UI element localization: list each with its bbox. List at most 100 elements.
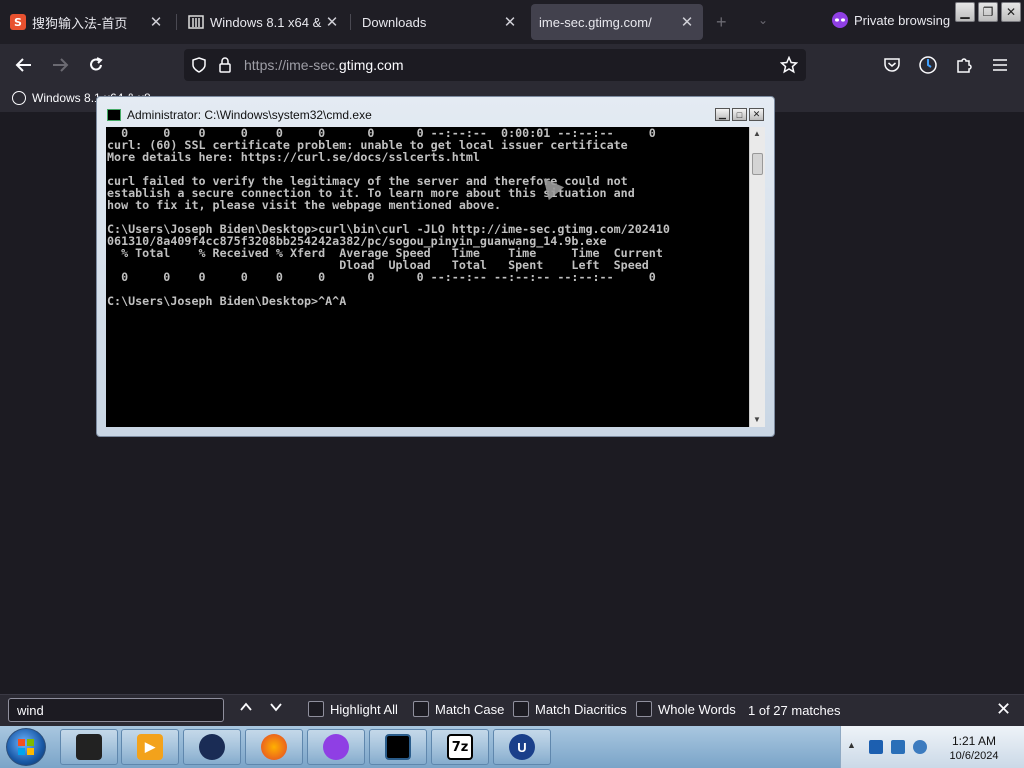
forward-arrow-icon [53, 58, 69, 72]
match-case-checkbox[interactable]: Match Case [413, 701, 504, 717]
close-tab-icon[interactable]: ✕ [677, 13, 697, 31]
unreal-engine-icon: U [509, 734, 535, 760]
console-output[interactable]: 0 0 0 0 0 0 0 0 --:--:-- 0:00:01 --:--:-… [106, 127, 749, 427]
match-case-label: Match Case [435, 701, 505, 717]
clock-time[interactable]: 1:21 AM [941, 734, 1007, 748]
cmd-icon [107, 109, 121, 121]
new-tab-icon[interactable]: + [716, 12, 727, 33]
cmd-minimize-button[interactable]: ▁ [715, 108, 730, 121]
highlight-all-checkbox[interactable]: Highlight All [308, 701, 398, 717]
taskbar-7zip[interactable]: 7z [431, 729, 489, 765]
archive-icon [188, 14, 204, 30]
cmd-window[interactable]: Administrator: C:\Windows\system32\cmd.e… [96, 96, 775, 437]
tab-windows[interactable]: Windows 8.1 x64 & x8 ✕ [178, 4, 348, 40]
close-tab-icon[interactable]: ✕ [322, 13, 342, 31]
checkbox-box[interactable] [308, 701, 324, 717]
taskbar-unreal-engine[interactable]: U [493, 729, 551, 765]
tab-ime-sec[interactable]: ime-sec.gtimg.com/ ✕ [531, 4, 703, 40]
clock-date[interactable]: 10/6/2024 [941, 750, 1007, 762]
cmd-close-button[interactable]: ✕ [749, 108, 764, 121]
firefox-icon [261, 734, 287, 760]
taskbar-media-player[interactable]: ▶ [121, 729, 179, 765]
sogou-icon: S [10, 14, 26, 30]
tab-strip: S 搜狗输入法-首页 ✕ Windows 8.1 x64 & x8 ✕ Down… [0, 0, 1024, 44]
list-all-tabs-icon[interactable]: ⌄ [758, 13, 768, 27]
navigation-toolbar: https://ime-sec.gtimg.com [0, 44, 1024, 86]
tray-app-icon[interactable] [869, 740, 883, 754]
taskbar-cmd[interactable] [369, 729, 427, 765]
account-sync-icon [919, 56, 937, 74]
find-bar: Highlight All Match Case Match Diacritic… [0, 694, 1024, 726]
svg-text:S: S [14, 16, 22, 29]
app-menu-button[interactable] [988, 53, 1012, 77]
tray-volume-icon[interactable] [913, 740, 927, 754]
scroll-up-icon[interactable]: ▲ [753, 129, 761, 138]
tab-downloads[interactable]: Downloads ✕ [352, 4, 526, 40]
private-mask-app-icon [323, 734, 349, 760]
find-next-icon[interactable] [268, 699, 284, 720]
find-previous-icon[interactable] [238, 699, 254, 720]
back-button[interactable] [12, 53, 36, 77]
checkbox-box[interactable] [413, 701, 429, 717]
close-tab-icon[interactable]: ✕ [500, 13, 520, 31]
scroll-down-icon[interactable]: ▼ [753, 415, 761, 424]
reload-button[interactable] [84, 53, 108, 77]
extensions-button[interactable] [952, 53, 976, 77]
taskbar-terminal-app[interactable] [60, 729, 118, 765]
cmd-titlebar[interactable]: Administrator: C:\Windows\system32\cmd.e… [107, 108, 372, 122]
find-input[interactable] [8, 698, 224, 722]
cmd-app-icon [385, 734, 411, 760]
checkbox-box[interactable] [636, 701, 652, 717]
tab-separator [176, 14, 177, 30]
back-arrow-icon [15, 58, 31, 72]
close-tab-icon[interactable]: ✕ [146, 13, 166, 31]
private-browsing-indicator: Private browsing [832, 12, 950, 28]
taskbar-firefox[interactable] [245, 729, 303, 765]
tab-title: Windows 8.1 x64 & x8 [210, 14, 322, 30]
checkbox-box[interactable] [513, 701, 529, 717]
private-mask-icon [832, 12, 848, 28]
bookmark-star-icon[interactable] [780, 56, 798, 74]
forward-button[interactable] [48, 53, 72, 77]
taskbar-globe-browser[interactable] [183, 729, 241, 765]
pocket-icon [884, 58, 900, 72]
match-diacritics-checkbox[interactable]: Match Diacritics [513, 701, 627, 717]
highlight-all-label: Highlight All [330, 701, 398, 717]
lock-icon[interactable] [216, 56, 234, 74]
url-bar[interactable]: https://ime-sec.gtimg.com [184, 49, 806, 81]
taskbar: ▶ 7z U ▲ 1:21 AM 10/6/2024 [0, 726, 1024, 768]
shield-icon[interactable] [190, 56, 208, 74]
globe-app-icon [199, 734, 225, 760]
7zip-icon: 7z [447, 734, 473, 760]
scrollbar-thumb[interactable] [752, 153, 763, 175]
minimize-window-button[interactable]: ▁ [955, 2, 975, 22]
hamburger-menu-icon [993, 59, 1007, 71]
console-text: 0 0 0 0 0 0 0 0 --:--:-- 0:00:01 --:--:-… [107, 127, 670, 308]
pocket-button[interactable] [880, 53, 904, 77]
tab-sogou[interactable]: S 搜狗输入法-首页 ✕ [0, 4, 172, 40]
close-find-bar-icon[interactable]: ✕ [996, 699, 1011, 720]
cmd-maximize-button[interactable]: □ [732, 108, 747, 121]
tab-title: ime-sec.gtimg.com/ [539, 14, 652, 30]
windows-logo-icon [18, 739, 34, 755]
reload-icon [90, 57, 103, 71]
show-hidden-icons-icon[interactable]: ▲ [847, 740, 856, 750]
system-tray: ▲ 1:21 AM 10/6/2024 [840, 726, 1024, 768]
start-button[interactable] [6, 728, 46, 766]
media-play-icon: ▶ [137, 734, 163, 760]
tray-network-icon[interactable] [891, 740, 905, 754]
account-button[interactable] [916, 53, 940, 77]
close-window-button[interactable]: ✕ [1001, 2, 1021, 22]
tab-separator [350, 14, 351, 30]
tab-title: Downloads [362, 14, 427, 30]
restore-window-button[interactable]: ❐ [978, 2, 998, 22]
match-count: 1 of 27 matches [748, 703, 841, 718]
match-diacritics-label: Match Diacritics [535, 701, 627, 717]
tab-title: 搜狗输入法-首页 [32, 15, 128, 31]
private-browsing-label: Private browsing [854, 12, 951, 28]
taskbar-private-browser[interactable] [307, 729, 365, 765]
url-text[interactable]: https://ime-sec.gtimg.com [244, 57, 404, 73]
whole-words-checkbox[interactable]: Whole Words [636, 701, 736, 717]
cmd-title: Administrator: C:\Windows\system32\cmd.e… [127, 108, 372, 122]
console-scrollbar[interactable]: ▲ ▼ [749, 127, 765, 427]
